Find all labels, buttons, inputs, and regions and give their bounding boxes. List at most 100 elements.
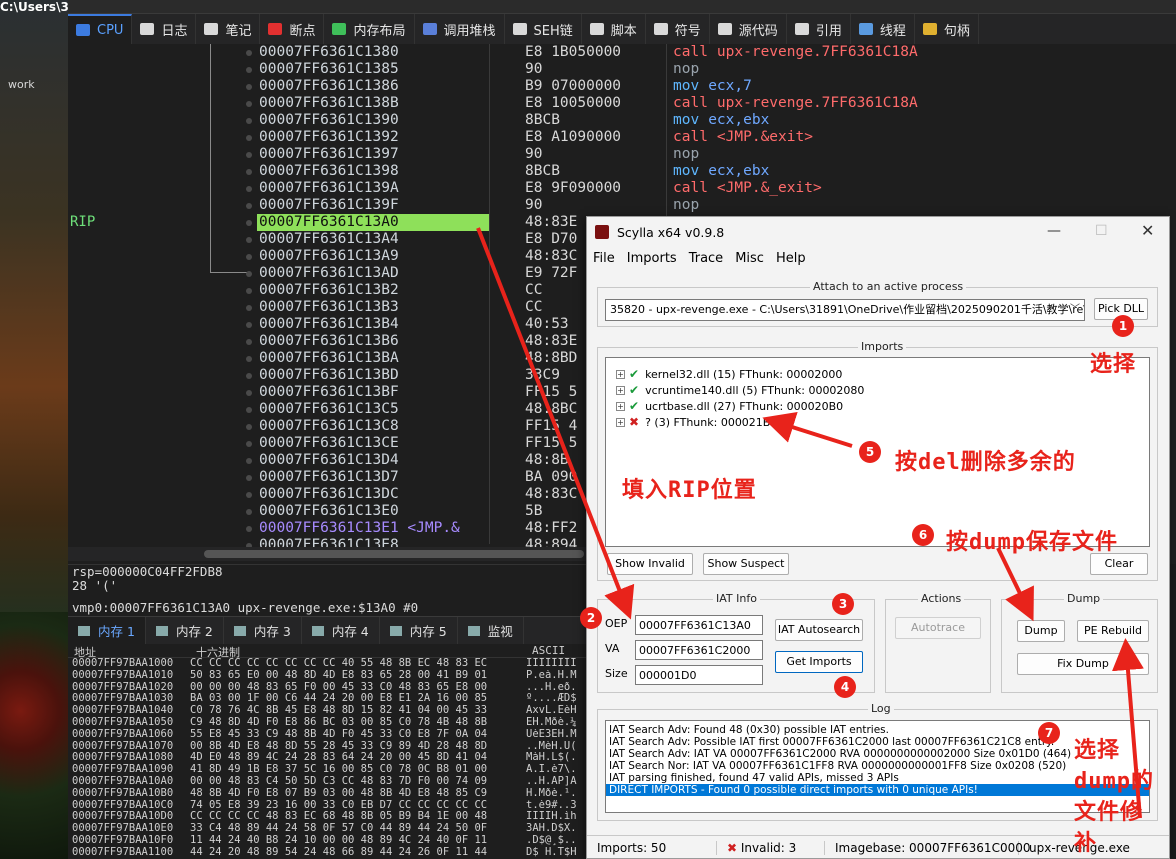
- log-line[interactable]: IAT Search Adv: Found 48 (0x30) possible…: [606, 724, 1149, 736]
- log-list[interactable]: IAT Search Adv: Found 48 (0x30) possible…: [605, 720, 1150, 813]
- breakpoint-dot[interactable]: [246, 288, 252, 294]
- breakpoint-dot[interactable]: [246, 458, 252, 464]
- disasm-row[interactable]: 00007FF6361C1385 90: [257, 61, 677, 78]
- breakpoint-dot[interactable]: [246, 254, 252, 260]
- tab-0[interactable]: CPU: [68, 14, 133, 44]
- minimize-icon[interactable]: —: [1047, 223, 1061, 239]
- show-suspect-button[interactable]: Show Suspect: [703, 553, 789, 575]
- memory-tab-4[interactable]: 内存 5: [380, 617, 458, 644]
- tab-7[interactable]: 脚本: [582, 14, 646, 44]
- memory-tab-5[interactable]: 监视: [458, 617, 524, 644]
- maximize-icon[interactable]: ☐: [1095, 223, 1108, 239]
- dump-row[interactable]: 00007FF97BAA1100 44 24 20 48 89 54 24 48 …: [68, 847, 588, 859]
- breakpoint-dot[interactable]: [246, 305, 252, 311]
- log-line[interactable]: IAT Search Adv: IAT VA 00007FF6361C2000 …: [606, 748, 1149, 760]
- breakpoint-dot[interactable]: [246, 424, 252, 430]
- breakpoint-dot[interactable]: [246, 135, 252, 141]
- oep-field[interactable]: 00007FF6361C13A0: [635, 615, 763, 635]
- tab-12[interactable]: 句柄: [915, 14, 979, 44]
- dump-row[interactable]: 00007FF97BAA10B0 48 8B 4D F0 E8 07 B9 03 …: [68, 788, 588, 800]
- breakpoint-dot[interactable]: [246, 118, 252, 124]
- breakpoint-dot[interactable]: [246, 84, 252, 90]
- dump-row[interactable]: 00007FF97BAA1060 55 E8 45 33 C9 48 8B 4D …: [68, 729, 588, 741]
- disasm-row[interactable]: 00007FF6361C1386 B9 07000000: [257, 78, 677, 95]
- disasm-row[interactable]: 00007FF6361C1380 E8 1B050000: [257, 44, 677, 61]
- dump-button[interactable]: Dump: [1017, 620, 1065, 642]
- breakpoint-dot[interactable]: [246, 441, 252, 447]
- dump-row[interactable]: 00007FF97BAA1080 4D E0 48 89 4C 24 28 83 …: [68, 752, 588, 764]
- tab-2[interactable]: 笔记: [196, 14, 261, 44]
- breakpoint-dot[interactable]: [246, 492, 252, 498]
- memory-dump[interactable]: 地址 十六进制 ASCII 00007FF97BAA1000 CC CC CC C…: [68, 644, 588, 859]
- dump-row[interactable]: 00007FF97BAA1030 BA 03 00 1F 00 C6 44 24 …: [68, 693, 588, 705]
- iat-autosearch-button[interactable]: IAT Autosearch: [775, 619, 863, 641]
- autotrace-button[interactable]: Autotrace: [895, 617, 981, 639]
- log-line[interactable]: IAT Search Adv: Possible IAT first 00007…: [606, 736, 1149, 748]
- dump-row[interactable]: 00007FF97BAA10D0 CC CC CC CC 48 83 EC 68 …: [68, 811, 588, 823]
- breakpoint-dot[interactable]: [246, 237, 252, 243]
- breakpoint-dot[interactable]: [246, 407, 252, 413]
- disasm-row[interactable]: 00007FF6361C139F 90: [257, 197, 677, 214]
- breakpoint-dot[interactable]: [246, 220, 252, 226]
- expand-icon[interactable]: +: [616, 369, 625, 379]
- clear-button[interactable]: Clear: [1090, 553, 1148, 575]
- menu-help[interactable]: Help: [776, 251, 806, 266]
- tab-8[interactable]: 符号: [646, 14, 710, 44]
- dump-row[interactable]: 00007FF97BAA10E0 33 C4 48 89 44 24 58 0F …: [68, 823, 588, 835]
- breakpoint-dot[interactable]: [246, 67, 252, 73]
- tab-6[interactable]: SEH链: [505, 14, 582, 44]
- dump-row[interactable]: 00007FF97BAA10A0 00 00 48 83 C4 50 5D C3 …: [68, 776, 588, 788]
- menu-trace[interactable]: Trace: [689, 251, 724, 266]
- dump-row[interactable]: 00007FF97BAA10C0 74 05 E8 39 23 16 00 33 …: [68, 800, 588, 812]
- breakpoint-dot[interactable]: [246, 152, 252, 158]
- menu-imports[interactable]: Imports: [627, 251, 677, 266]
- disasm-row[interactable]: 00007FF6361C1392 E8 A1090000: [257, 129, 677, 146]
- breakpoint-dot[interactable]: [246, 101, 252, 107]
- horizontal-scrollbar[interactable]: [68, 547, 588, 561]
- show-invalid-button[interactable]: Show Invalid: [607, 553, 693, 575]
- tab-3[interactable]: 断点: [260, 14, 325, 44]
- breakpoint-dot[interactable]: [246, 509, 252, 515]
- dump-row[interactable]: 00007FF97BAA1090 41 8D 49 1B E8 37 5C 16 …: [68, 764, 588, 776]
- tab-5[interactable]: 调用堆栈: [415, 14, 505, 44]
- import-module-row[interactable]: + ✔ kernel32.dll (15) FThunk: 00002000: [616, 366, 842, 382]
- get-imports-button[interactable]: Get Imports: [775, 651, 863, 673]
- memory-tab-0[interactable]: 内存 1: [68, 617, 146, 644]
- log-line[interactable]: IAT Search Nor: IAT VA 00007FF6361C1FF8 …: [606, 760, 1149, 772]
- tab-9[interactable]: 源代码: [710, 14, 787, 44]
- dump-row[interactable]: 00007FF97BAA1050 C9 48 8D 4D F0 E8 86 BC …: [68, 717, 588, 729]
- tab-4[interactable]: 内存布局: [324, 14, 415, 44]
- disasm-row[interactable]: 00007FF6361C1397 90: [257, 146, 677, 163]
- breakpoint-dot[interactable]: [246, 356, 252, 362]
- disasm-row[interactable]: 00007FF6361C139A E8 9F090000: [257, 180, 677, 197]
- scrollbar-thumb[interactable]: [204, 550, 584, 558]
- memory-tab-2[interactable]: 内存 3: [224, 617, 302, 644]
- process-select[interactable]: 35820 - upx-revenge.exe - C:\Users\31891…: [605, 299, 1085, 321]
- tab-11[interactable]: 线程: [851, 14, 915, 44]
- dump-row[interactable]: 00007FF97BAA1000 CC CC CC CC CC CC CC CC …: [68, 658, 588, 670]
- menu-misc[interactable]: Misc: [735, 251, 764, 266]
- breakpoint-dot[interactable]: [246, 526, 252, 532]
- expand-icon[interactable]: +: [616, 385, 625, 395]
- size-field[interactable]: 000001D0: [635, 665, 763, 685]
- fix-dump-button[interactable]: Fix Dump: [1017, 653, 1149, 675]
- disasm-row[interactable]: 00007FF6361C138B E8 10050000: [257, 95, 677, 112]
- import-module-row[interactable]: + ✔ ucrtbase.dll (27) FThunk: 000020B0: [616, 398, 843, 414]
- breakpoint-dot[interactable]: [246, 186, 252, 192]
- disasm-row[interactable]: 00007FF6361C1398 8BCB: [257, 163, 677, 180]
- tab-10[interactable]: 引用: [787, 14, 851, 44]
- disasm-row[interactable]: 00007FF6361C1390 8BCB: [257, 112, 677, 129]
- import-module-row[interactable]: + ✔ vcruntime140.dll (5) FThunk: 00002080: [616, 382, 864, 398]
- close-icon[interactable]: ✕: [1141, 221, 1154, 240]
- log-line[interactable]: IAT parsing finished, found 47 valid API…: [606, 772, 1149, 784]
- memory-tab-3[interactable]: 内存 4: [302, 617, 380, 644]
- expand-icon[interactable]: +: [616, 401, 625, 411]
- breakpoint-dot[interactable]: [246, 50, 252, 56]
- breakpoint-dot[interactable]: [246, 475, 252, 481]
- menu-file[interactable]: File: [593, 251, 615, 266]
- breakpoint-dot[interactable]: [246, 169, 252, 175]
- dump-row[interactable]: 00007FF97BAA1040 C0 78 76 4C 8B 45 E8 48 …: [68, 705, 588, 717]
- dump-row[interactable]: 00007FF97BAA10F0 11 44 24 40 B8 24 10 00 …: [68, 835, 588, 847]
- breakpoint-dot[interactable]: [246, 339, 252, 345]
- dump-row[interactable]: 00007FF97BAA1020 00 00 00 48 83 65 F0 00 …: [68, 682, 588, 694]
